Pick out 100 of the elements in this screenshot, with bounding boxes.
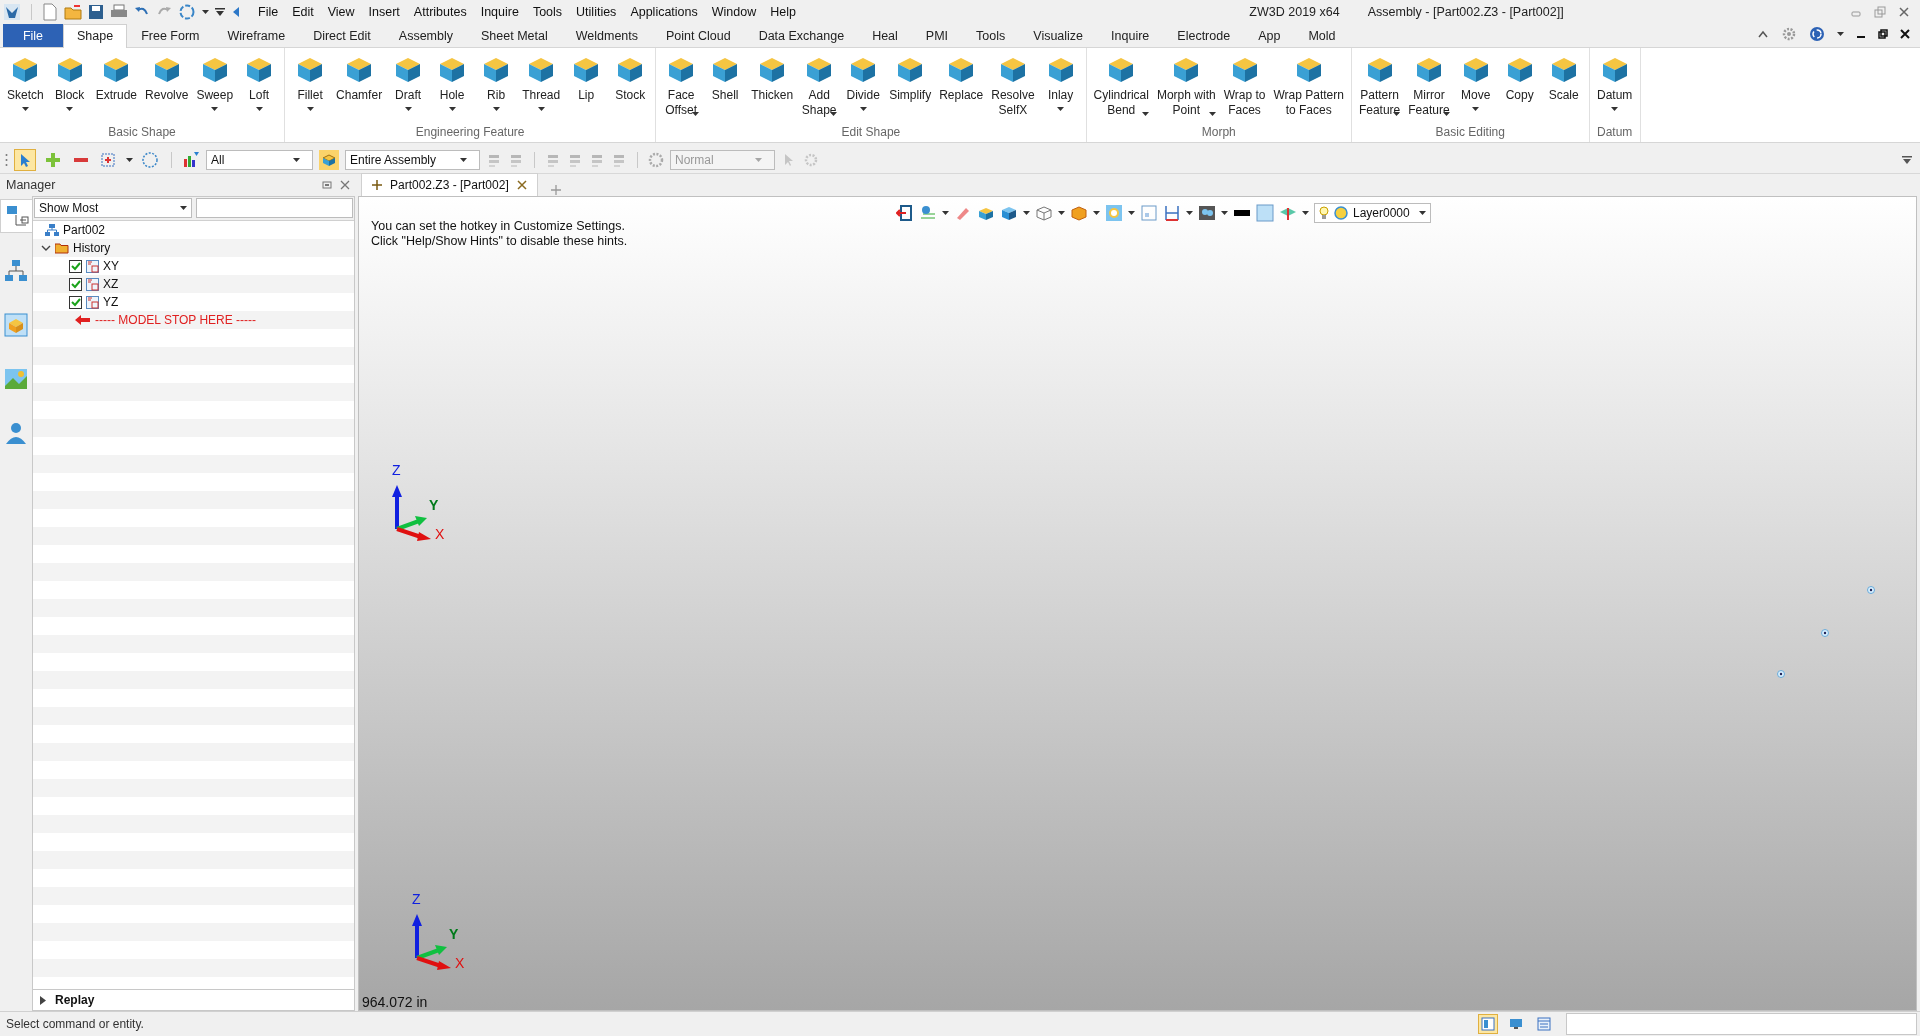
ribbon-button[interactable]: Mirror Feature (1405, 51, 1453, 123)
show-dropdown[interactable]: Show Most (34, 198, 192, 218)
ribbon-button[interactable]: Extrude (92, 51, 141, 123)
hex-cube-icon[interactable] (1070, 204, 1088, 222)
ribbon-tab[interactable]: Inquire (1097, 24, 1164, 47)
document-tab[interactable]: Part002.Z3 - [Part002] (361, 173, 538, 196)
render-icon[interactable] (1198, 204, 1216, 222)
caret-icon[interactable] (1393, 112, 1401, 116)
assembly-icon[interactable] (319, 149, 339, 170)
ribbon-tab[interactable]: App (1244, 24, 1295, 47)
caret-icon[interactable] (255, 107, 263, 111)
menu-item[interactable]: Edit (285, 5, 321, 19)
menu-item[interactable]: View (320, 5, 362, 19)
wireframe-cube-icon[interactable] (1035, 204, 1053, 222)
exit-icon[interactable] (896, 204, 914, 222)
menu-item[interactable]: Help (763, 5, 803, 19)
caret-icon[interactable] (1208, 112, 1216, 116)
dimension-icon[interactable] (1163, 204, 1181, 222)
ribbon-button[interactable]: Divide (842, 51, 885, 123)
ribbon-button[interactable]: Scale (1542, 51, 1585, 123)
ribbon-button[interactable]: Loft (238, 51, 281, 123)
ribbon-tab[interactable]: Assembly (384, 24, 467, 47)
caret-icon[interactable] (460, 157, 467, 162)
ribbon-tab[interactable]: Tools (962, 24, 1020, 47)
menu-item[interactable]: Insert (361, 5, 407, 19)
ribbon-button[interactable]: Fillet (289, 51, 332, 123)
caret-icon[interactable] (1611, 107, 1619, 111)
ribbon-button[interactable]: Thicken (748, 51, 797, 123)
ribbon-button[interactable]: Simplify (886, 51, 935, 123)
menu-item[interactable]: Applications (623, 5, 705, 19)
customize-dropdown-icon[interactable] (215, 8, 225, 16)
caret-icon[interactable] (1221, 211, 1228, 215)
ribbon-tab[interactable]: Weldments (561, 24, 652, 47)
caret-icon[interactable] (1186, 211, 1193, 215)
ribbon-button[interactable]: Face Offset (660, 51, 703, 123)
ribbon-button[interactable]: Lip (565, 51, 608, 123)
ribbon-tab[interactable]: Shape (63, 24, 128, 48)
tree-item[interactable]: History (73, 241, 111, 255)
caret-icon[interactable] (1472, 107, 1480, 111)
replay-label[interactable]: Replay (55, 993, 95, 1007)
lightbulb-icon[interactable] (1319, 206, 1329, 220)
ribbon-button[interactable]: Datum (1593, 51, 1636, 123)
filter-icon[interactable] (182, 150, 200, 169)
filter-dropdown[interactable]: All (206, 149, 313, 170)
ribbon-button[interactable]: Inlay (1039, 51, 1082, 123)
scope-dropdown[interactable]: Entire Assembly (345, 149, 480, 170)
caret-icon[interactable] (1419, 211, 1426, 215)
help-icon[interactable] (1809, 26, 1825, 42)
ribbon-button[interactable]: Morph with Point (1153, 51, 1219, 123)
ribbon-button[interactable]: Shell (704, 51, 747, 123)
ribbon-tab[interactable]: Data Exchange (744, 24, 859, 47)
ribbon-button[interactable]: Wrap Pattern to Faces (1270, 51, 1347, 123)
menu-item[interactable]: File (251, 5, 286, 19)
ribbon-button[interactable]: Cylindrical Bend (1090, 51, 1152, 123)
tree-icon[interactable] (0, 199, 33, 233)
ribbon-tab[interactable]: Heal (858, 24, 912, 47)
restore-icon[interactable] (1878, 29, 1888, 39)
command-field[interactable] (1566, 1013, 1917, 1035)
dock-icon[interactable] (322, 181, 332, 189)
caret-icon[interactable] (1058, 211, 1065, 215)
caret-icon[interactable] (1141, 112, 1149, 116)
app-logo-icon[interactable] (3, 3, 21, 21)
caret-icon[interactable] (1023, 211, 1030, 215)
ribbon-tab[interactable]: Electrode (1163, 24, 1245, 47)
ribbon-button[interactable]: Stock (609, 51, 652, 123)
caret-icon[interactable] (1128, 211, 1135, 215)
caret-icon[interactable] (492, 107, 500, 111)
ribbon-button[interactable]: Block (48, 51, 91, 123)
ribbon-button[interactable]: Hole (431, 51, 474, 123)
menu-item[interactable]: Attributes (406, 5, 474, 19)
ribbon-tab[interactable]: Point Cloud (652, 24, 745, 47)
caret-icon[interactable] (537, 107, 545, 111)
ribbon-button[interactable]: Resolve SelfX (988, 51, 1038, 123)
ribbon-button[interactable]: Rib (475, 51, 518, 123)
ribbon-button[interactable]: Thread (519, 51, 564, 123)
collapsed-triangle-icon[interactable] (39, 995, 47, 1005)
caret-icon[interactable] (692, 112, 700, 116)
checkbox[interactable] (69, 259, 82, 273)
save-icon[interactable] (88, 4, 104, 20)
stop-marker[interactable]: ----- MODEL STOP HERE ----- (95, 313, 257, 327)
tree-item[interactable]: YZ (103, 295, 119, 309)
layout-icon[interactable] (1478, 1014, 1498, 1034)
ribbon-button[interactable]: Add Shape (798, 51, 841, 123)
tree-item[interactable]: XZ (103, 277, 119, 291)
ribbon-button[interactable]: Chamfer (333, 51, 386, 123)
ribbon-tab[interactable]: Mold (1294, 24, 1350, 47)
ribbon-button[interactable]: Move (1454, 51, 1497, 123)
tree-item[interactable]: Part002 (63, 223, 106, 237)
refresh-icon[interactable] (178, 3, 196, 21)
ribbon-button[interactable]: Replace (936, 51, 987, 123)
caret-icon[interactable] (180, 206, 187, 210)
ribbon-button[interactable]: Draft (387, 51, 430, 123)
caret-icon[interactable] (126, 157, 133, 162)
checkbox[interactable] (69, 277, 82, 291)
ribbon-button[interactable]: Copy (1498, 51, 1541, 123)
caret-icon[interactable] (859, 107, 867, 111)
close-icon[interactable] (1900, 29, 1910, 39)
menu-item[interactable]: Tools (525, 5, 570, 19)
back-arrow-icon[interactable] (231, 5, 241, 19)
tree-item[interactable]: XY (103, 259, 119, 273)
